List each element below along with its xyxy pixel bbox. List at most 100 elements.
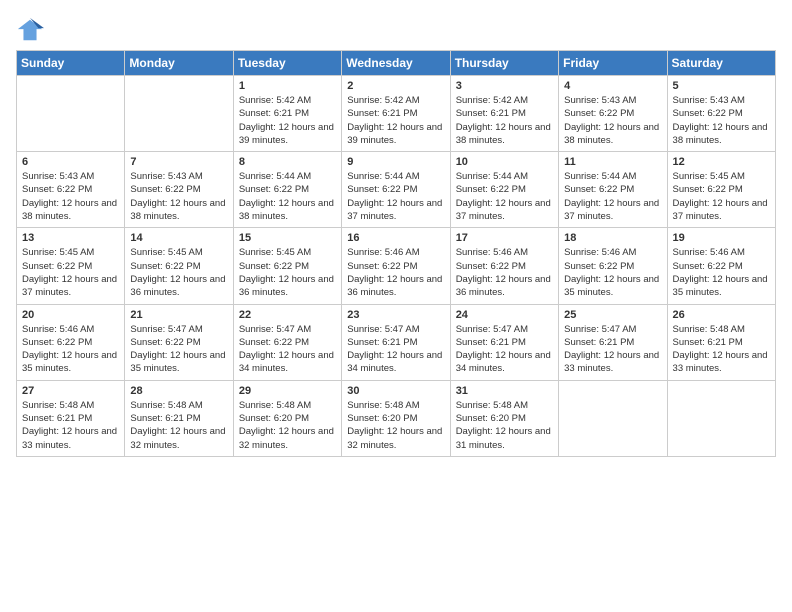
day-info: Sunrise: 5:42 AM Sunset: 6:21 PM Dayligh… <box>347 94 444 147</box>
day-cell: 31 Sunrise: 5:48 AM Sunset: 6:20 PM Dayli… <box>450 380 558 456</box>
day-info: Sunrise: 5:47 AM Sunset: 6:22 PM Dayligh… <box>130 323 227 376</box>
day-number: 22 <box>239 309 336 321</box>
day-cell: 21 Sunrise: 5:47 AM Sunset: 6:22 PM Dayli… <box>125 304 233 380</box>
day-cell: 17 Sunrise: 5:46 AM Sunset: 6:22 PM Dayli… <box>450 228 558 304</box>
day-number: 15 <box>239 232 336 244</box>
day-info: Sunrise: 5:43 AM Sunset: 6:22 PM Dayligh… <box>22 170 119 223</box>
day-number: 26 <box>673 309 770 321</box>
day-cell: 19 Sunrise: 5:46 AM Sunset: 6:22 PM Dayli… <box>667 228 775 304</box>
day-cell: 24 Sunrise: 5:47 AM Sunset: 6:21 PM Dayli… <box>450 304 558 380</box>
day-info: Sunrise: 5:44 AM Sunset: 6:22 PM Dayligh… <box>456 170 553 223</box>
logo <box>16 16 48 44</box>
day-number: 9 <box>347 156 444 168</box>
day-number: 7 <box>130 156 227 168</box>
weekday-header-saturday: Saturday <box>667 51 775 76</box>
day-cell: 27 Sunrise: 5:48 AM Sunset: 6:21 PM Dayli… <box>17 380 125 456</box>
day-info: Sunrise: 5:45 AM Sunset: 6:22 PM Dayligh… <box>130 246 227 299</box>
day-number: 29 <box>239 385 336 397</box>
day-cell: 13 Sunrise: 5:45 AM Sunset: 6:22 PM Dayli… <box>17 228 125 304</box>
day-number: 8 <box>239 156 336 168</box>
day-info: Sunrise: 5:48 AM Sunset: 6:21 PM Dayligh… <box>22 399 119 452</box>
day-info: Sunrise: 5:43 AM Sunset: 6:22 PM Dayligh… <box>673 94 770 147</box>
day-info: Sunrise: 5:46 AM Sunset: 6:22 PM Dayligh… <box>456 246 553 299</box>
day-info: Sunrise: 5:48 AM Sunset: 6:21 PM Dayligh… <box>673 323 770 376</box>
weekday-header-row: SundayMondayTuesdayWednesdayThursdayFrid… <box>17 51 776 76</box>
day-number: 14 <box>130 232 227 244</box>
day-cell: 7 Sunrise: 5:43 AM Sunset: 6:22 PM Daylig… <box>125 152 233 228</box>
day-cell: 23 Sunrise: 5:47 AM Sunset: 6:21 PM Dayli… <box>342 304 450 380</box>
day-cell: 3 Sunrise: 5:42 AM Sunset: 6:21 PM Daylig… <box>450 76 558 152</box>
day-cell: 2 Sunrise: 5:42 AM Sunset: 6:21 PM Daylig… <box>342 76 450 152</box>
day-cell: 30Sunrise: 5:48 AM Sunset: 6:20 PM Dayli… <box>342 380 450 456</box>
day-info: Sunrise: 5:48 AM Sunset: 6:20 PM Dayligh… <box>347 399 444 452</box>
weekday-header-thursday: Thursday <box>450 51 558 76</box>
day-number: 10 <box>456 156 553 168</box>
day-cell <box>559 380 667 456</box>
day-cell: 28 Sunrise: 5:48 AM Sunset: 6:21 PM Dayli… <box>125 380 233 456</box>
logo-icon <box>16 16 44 44</box>
day-info: Sunrise: 5:45 AM Sunset: 6:22 PM Dayligh… <box>673 170 770 223</box>
day-info: Sunrise: 5:45 AM Sunset: 6:22 PM Dayligh… <box>239 246 336 299</box>
day-number: 2 <box>347 80 444 92</box>
day-cell <box>667 380 775 456</box>
week-row-2: 6 Sunrise: 5:43 AM Sunset: 6:22 PM Daylig… <box>17 152 776 228</box>
day-info: Sunrise: 5:47 AM Sunset: 6:21 PM Dayligh… <box>456 323 553 376</box>
week-row-3: 13 Sunrise: 5:45 AM Sunset: 6:22 PM Dayli… <box>17 228 776 304</box>
day-info: Sunrise: 5:46 AM Sunset: 6:22 PM Dayligh… <box>347 246 444 299</box>
weekday-header-friday: Friday <box>559 51 667 76</box>
day-cell: 15 Sunrise: 5:45 AM Sunset: 6:22 PM Dayli… <box>233 228 341 304</box>
day-number: 28 <box>130 385 227 397</box>
day-cell: 11 Sunrise: 5:44 AM Sunset: 6:22 PM Dayli… <box>559 152 667 228</box>
day-info: Sunrise: 5:44 AM Sunset: 6:22 PM Dayligh… <box>564 170 661 223</box>
day-cell: 8 Sunrise: 5:44 AM Sunset: 6:22 PM Daylig… <box>233 152 341 228</box>
day-info: Sunrise: 5:42 AM Sunset: 6:21 PM Dayligh… <box>456 94 553 147</box>
day-cell: 12Sunrise: 5:45 AM Sunset: 6:22 PM Dayli… <box>667 152 775 228</box>
day-info: Sunrise: 5:46 AM Sunset: 6:22 PM Dayligh… <box>564 246 661 299</box>
day-cell: 6 Sunrise: 5:43 AM Sunset: 6:22 PM Daylig… <box>17 152 125 228</box>
day-number: 19 <box>673 232 770 244</box>
weekday-header-sunday: Sunday <box>17 51 125 76</box>
day-info: Sunrise: 5:48 AM Sunset: 6:20 PM Dayligh… <box>456 399 553 452</box>
day-number: 11 <box>564 156 661 168</box>
day-number: 1 <box>239 80 336 92</box>
day-number: 4 <box>564 80 661 92</box>
weekday-header-monday: Monday <box>125 51 233 76</box>
day-cell: 5Sunrise: 5:43 AM Sunset: 6:22 PM Daylig… <box>667 76 775 152</box>
day-cell: 18 Sunrise: 5:46 AM Sunset: 6:22 PM Dayli… <box>559 228 667 304</box>
day-number: 24 <box>456 309 553 321</box>
day-cell: 20Sunrise: 5:46 AM Sunset: 6:22 PM Dayli… <box>17 304 125 380</box>
day-cell <box>17 76 125 152</box>
day-info: Sunrise: 5:45 AM Sunset: 6:22 PM Dayligh… <box>22 246 119 299</box>
day-number: 25 <box>564 309 661 321</box>
day-number: 16 <box>347 232 444 244</box>
header <box>16 16 776 44</box>
day-cell <box>125 76 233 152</box>
weekday-header-wednesday: Wednesday <box>342 51 450 76</box>
day-number: 3 <box>456 80 553 92</box>
day-cell: 16 Sunrise: 5:46 AM Sunset: 6:22 PM Dayli… <box>342 228 450 304</box>
week-row-1: 1 Sunrise: 5:42 AM Sunset: 6:21 PM Daylig… <box>17 76 776 152</box>
day-info: Sunrise: 5:47 AM Sunset: 6:22 PM Dayligh… <box>239 323 336 376</box>
day-number: 23 <box>347 309 444 321</box>
day-info: Sunrise: 5:44 AM Sunset: 6:22 PM Dayligh… <box>239 170 336 223</box>
calendar-table: SundayMondayTuesdayWednesdayThursdayFrid… <box>16 50 776 457</box>
day-info: Sunrise: 5:48 AM Sunset: 6:21 PM Dayligh… <box>130 399 227 452</box>
day-number: 18 <box>564 232 661 244</box>
day-number: 6 <box>22 156 119 168</box>
day-info: Sunrise: 5:47 AM Sunset: 6:21 PM Dayligh… <box>347 323 444 376</box>
day-number: 21 <box>130 309 227 321</box>
day-info: Sunrise: 5:43 AM Sunset: 6:22 PM Dayligh… <box>130 170 227 223</box>
day-info: Sunrise: 5:43 AM Sunset: 6:22 PM Dayligh… <box>564 94 661 147</box>
day-number: 17 <box>456 232 553 244</box>
weekday-header-tuesday: Tuesday <box>233 51 341 76</box>
day-info: Sunrise: 5:47 AM Sunset: 6:21 PM Dayligh… <box>564 323 661 376</box>
day-cell: 29Sunrise: 5:48 AM Sunset: 6:20 PM Dayli… <box>233 380 341 456</box>
day-number: 13 <box>22 232 119 244</box>
day-number: 31 <box>456 385 553 397</box>
day-number: 20 <box>22 309 119 321</box>
day-info: Sunrise: 5:46 AM Sunset: 6:22 PM Dayligh… <box>673 246 770 299</box>
day-cell: 10 Sunrise: 5:44 AM Sunset: 6:22 PM Dayli… <box>450 152 558 228</box>
day-cell: 9Sunrise: 5:44 AM Sunset: 6:22 PM Daylig… <box>342 152 450 228</box>
day-number: 27 <box>22 385 119 397</box>
day-cell: 4 Sunrise: 5:43 AM Sunset: 6:22 PM Daylig… <box>559 76 667 152</box>
